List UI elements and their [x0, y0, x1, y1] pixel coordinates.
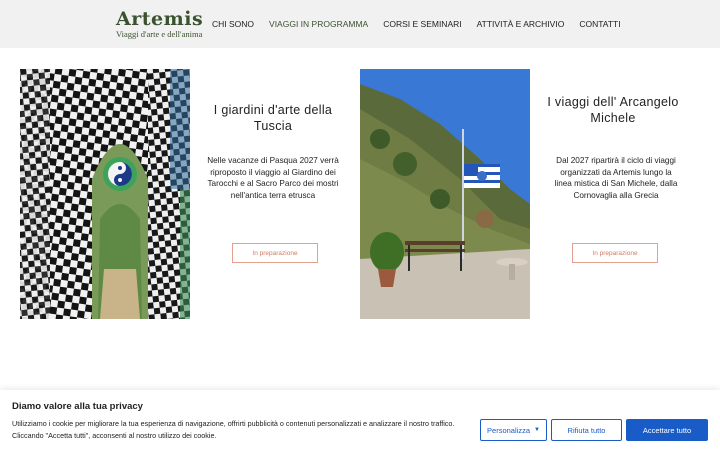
logo-title[interactable]: Artemis: [116, 9, 203, 29]
cookie-title: Diamo valore alla tua privacy: [12, 401, 143, 412]
nav-chi-sono[interactable]: CHI SONO: [212, 19, 254, 29]
nav-contatti[interactable]: CONTATTI: [579, 19, 620, 29]
nav-viaggi-in-programma[interactable]: VIAGGI IN PROGRAMMA: [269, 19, 368, 29]
cookie-text: Utilizziamo i cookie per migliorare la t…: [12, 419, 455, 440]
accept-all-button[interactable]: Accettare tutto: [626, 419, 708, 441]
card-title-arcangelo: I viaggi dell' Arcangelo Michele: [547, 95, 679, 125]
main-nav: CHI SONO VIAGGI IN PROGRAMMA CORSI E SEM…: [212, 19, 636, 29]
logo[interactable]: Artemis Viaggi d'arte e dell'anima: [116, 9, 203, 39]
arcangelo-michele-image: [360, 69, 530, 319]
customize-button[interactable]: Personalizza ▼: [480, 419, 547, 441]
tuscia-garden-image: [20, 69, 190, 319]
card-title-tuscia: I giardini d'arte della Tuscia: [213, 103, 333, 133]
logo-subtitle: Viaggi d'arte e dell'anima: [116, 29, 203, 39]
in-preparazione-button-tuscia[interactable]: In preparazione: [232, 243, 318, 263]
card-text-tuscia: Nelle vacanze di Pasqua 2027 verrà ripro…: [207, 156, 339, 200]
customize-label: Personalizza: [487, 425, 530, 435]
reject-all-button[interactable]: Rifiuta tutto: [551, 419, 622, 441]
site-header: Artemis Viaggi d'arte e dell'anima CHI S…: [0, 0, 720, 48]
nav-corsi-e-seminari[interactable]: CORSI E SEMINARI: [383, 19, 461, 29]
in-preparazione-button-arcangelo[interactable]: In preparazione: [572, 243, 658, 263]
card-text-arcangelo: Dal 2027 ripartirà il ciclo di viaggi or…: [554, 156, 678, 200]
caret-down-icon: ▼: [534, 427, 540, 433]
nav-attivita-e-archivio[interactable]: ATTIVITÀ E ARCHIVIO: [477, 19, 565, 29]
